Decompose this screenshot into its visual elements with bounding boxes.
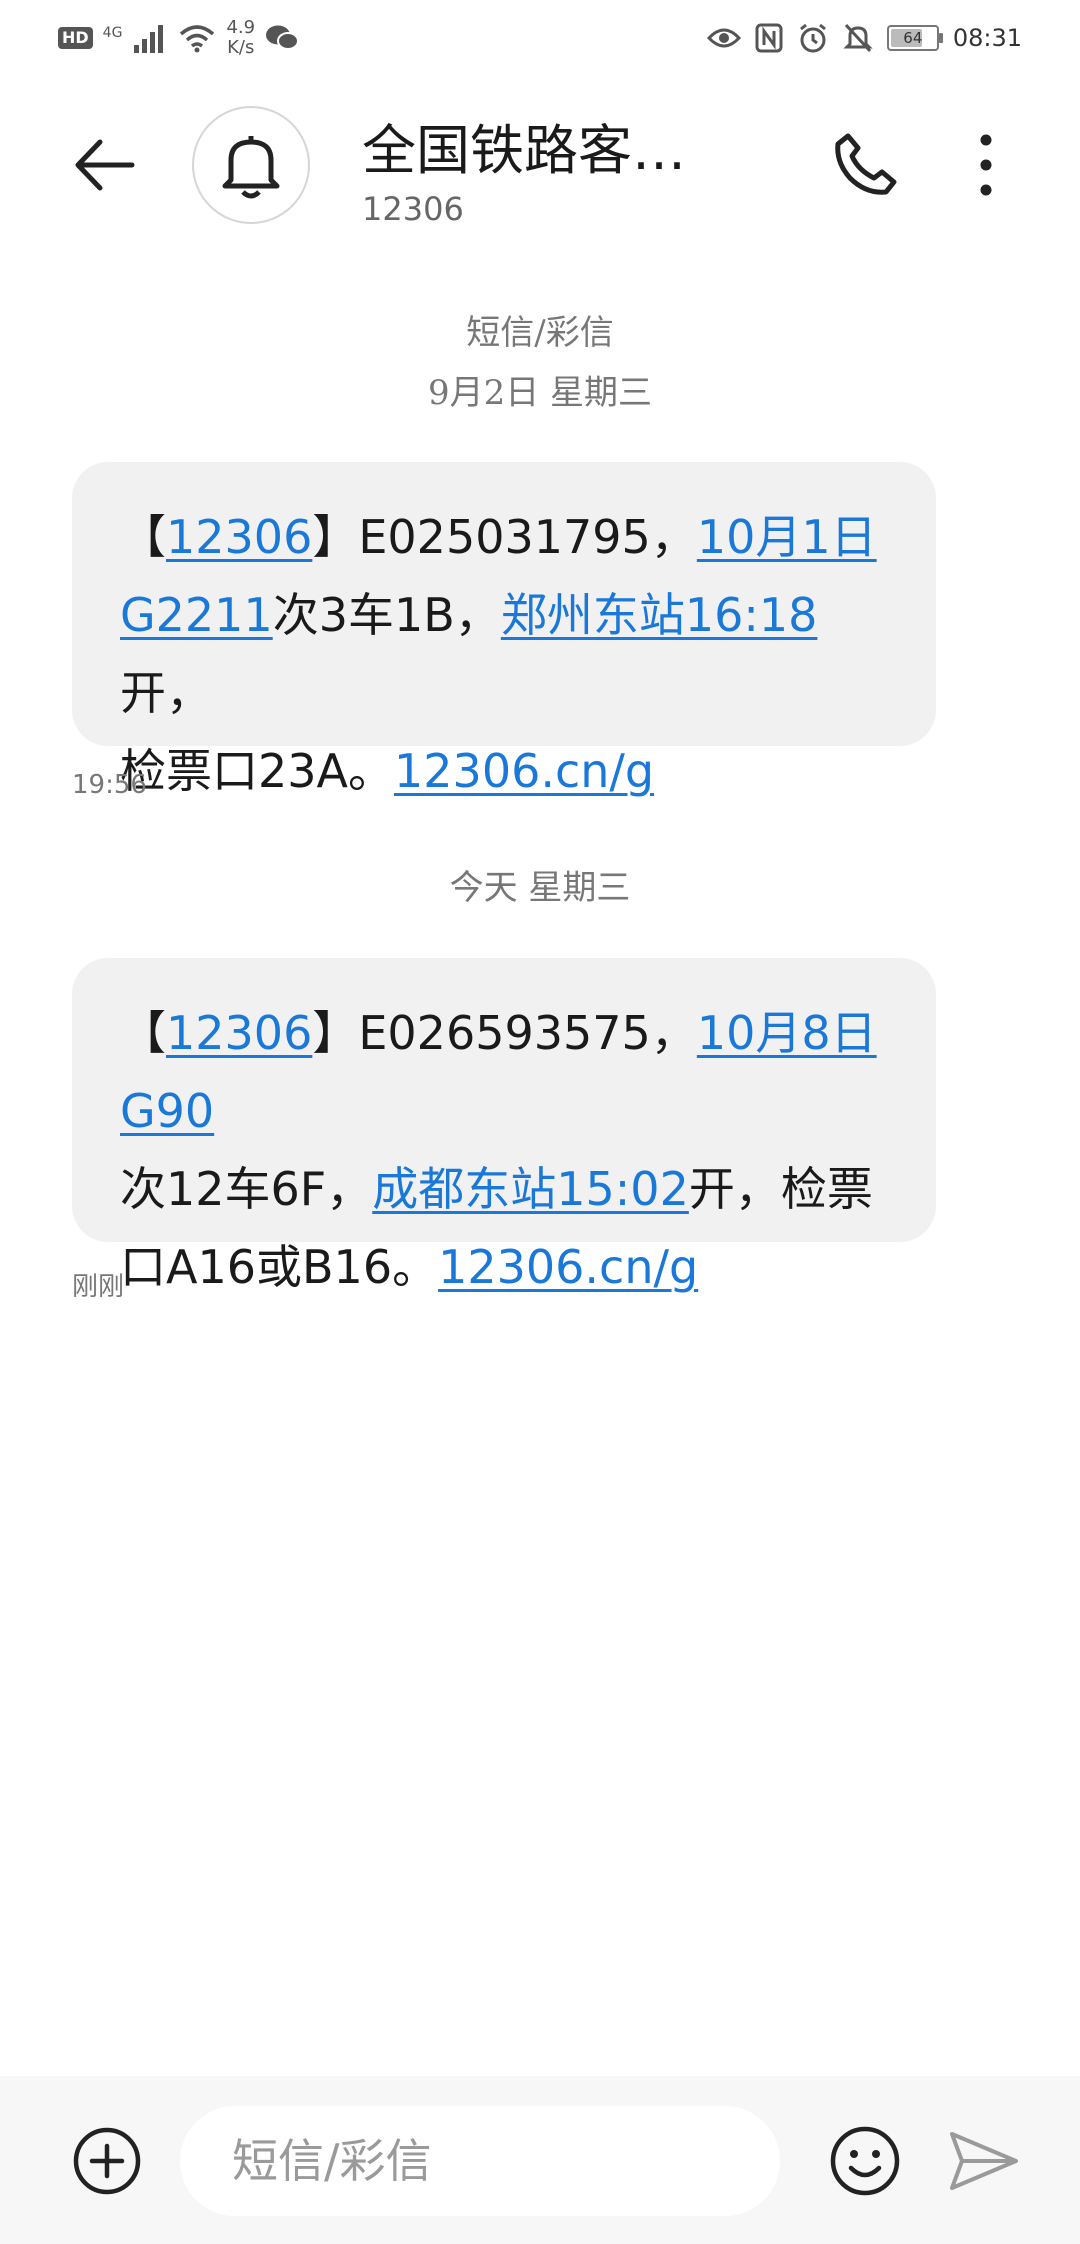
alarm-icon [799, 23, 826, 53]
contact-number: 12306 [362, 190, 464, 228]
bracket-close: 】 [312, 1006, 359, 1060]
phone-icon [835, 133, 897, 195]
network-type: 4G [102, 25, 123, 41]
network-speed: 4.9 K/s [226, 18, 255, 58]
speed-value: 4.9 [226, 17, 256, 38]
mute-icon [843, 23, 873, 53]
conversation-header: 全国铁路客… 12306 [0, 80, 1080, 250]
url-link[interactable]: 12306.cn/g [394, 744, 654, 798]
add-attachment-button[interactable] [72, 2126, 142, 2196]
more-vertical-icon [980, 134, 992, 196]
compose-bar [0, 2076, 1080, 2244]
send-button[interactable] [948, 2128, 1020, 2194]
date-link[interactable]: 10月1日 [697, 510, 877, 564]
message-time: 19:56 [72, 770, 147, 800]
message-bubble[interactable]: 【12306】E025031795，10月1日 G2211次3车1B，郑州东站16… [72, 462, 936, 798]
status-left: HD 4G 4.9 K/s [58, 18, 300, 58]
status-bar: HD 4G 4.9 K/s 64 08:31 [0, 0, 1080, 80]
nfc-icon [755, 23, 783, 53]
message-input[interactable] [180, 2106, 780, 2216]
url-link[interactable]: 12306.cn/g [438, 1240, 698, 1294]
battery-level: 64 [903, 29, 923, 47]
contact-avatar[interactable] [192, 106, 310, 224]
message-bubble[interactable]: 【12306】E026593575，10月8日G90 次12车6F，成都东站15:… [72, 958, 936, 1294]
back-arrow-icon [75, 139, 135, 191]
send-icon [950, 2132, 1018, 2190]
sender-link[interactable]: 12306 [166, 510, 312, 564]
add-icon [73, 2127, 141, 2195]
status-time: 08:31 [952, 24, 1022, 52]
seat-text: 次3车1B， [272, 588, 501, 642]
wechat-icon [266, 25, 300, 50]
bracket-open: 【 [120, 510, 166, 564]
call-button[interactable] [830, 130, 900, 200]
bell-icon [222, 136, 280, 199]
sender-link[interactable]: 12306 [166, 1006, 312, 1060]
emoji-icon [830, 2126, 900, 2196]
date-divider: 今天 星期三 [449, 868, 631, 908]
signal-icon [134, 25, 164, 53]
station-link[interactable]: 成都东站15:02 [372, 1162, 689, 1216]
station-link[interactable]: 郑州东站16:18 [501, 588, 818, 642]
date-divider: 9月2日 星期三 [427, 373, 653, 413]
more-options-button[interactable] [966, 130, 1006, 200]
status-right: 64 08:31 [706, 22, 1022, 54]
message-time: 刚刚 [72, 1272, 125, 1302]
seat-text: 次12车6F， [120, 1162, 373, 1216]
train-link[interactable]: G2211 [120, 588, 273, 642]
bracket-close: 】 [312, 510, 359, 564]
speed-unit: K/s [227, 37, 255, 58]
eye-icon [706, 28, 741, 48]
emoji-button[interactable] [828, 2124, 902, 2198]
depart-text: 开， [120, 666, 212, 720]
contact-name: 全国铁路客… [362, 119, 686, 182]
gate-text: 检票口23A。 [120, 744, 395, 798]
channel-label: 短信/彩信 [466, 313, 614, 353]
order-number: E025031795， [358, 510, 697, 564]
wifi-icon [180, 25, 215, 53]
bracket-open: 【 [120, 1006, 166, 1060]
back-button[interactable] [70, 130, 140, 200]
hd-badge: HD [58, 27, 93, 49]
battery-icon: 64 [886, 25, 943, 51]
order-number: E026593575， [358, 1006, 697, 1060]
